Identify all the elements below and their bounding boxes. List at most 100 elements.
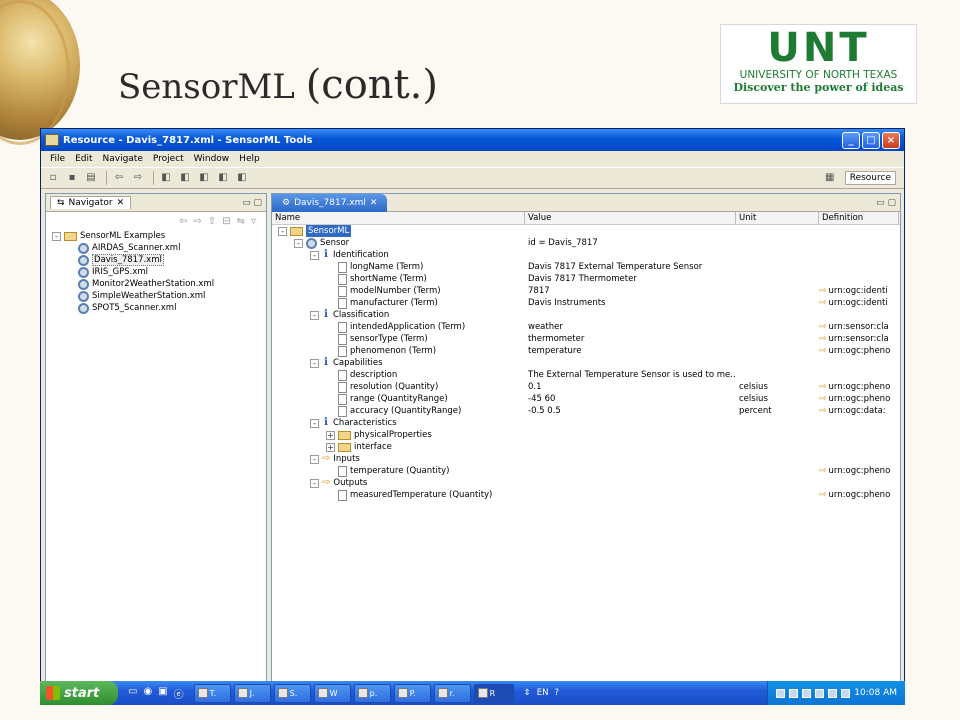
menu-window[interactable]: Window xyxy=(189,154,235,164)
nav-file-item[interactable]: SPOT5_Scanner.xml xyxy=(52,302,266,314)
maximize-button[interactable]: □ xyxy=(862,131,880,149)
tray-icon-4[interactable] xyxy=(815,688,825,698)
language-indicator[interactable]: EN xyxy=(537,688,549,698)
taskbar-task-button[interactable]: p. xyxy=(353,683,391,703)
panel-minmax-icon[interactable]: ▭ ▢ xyxy=(242,198,266,208)
close-editor-icon[interactable]: ✕ xyxy=(370,198,378,208)
nav-file-item[interactable]: IRIS_GPS.xml xyxy=(52,266,266,278)
tray-icon-3[interactable] xyxy=(802,688,812,698)
table-row[interactable]: + physicalProperties xyxy=(272,429,900,441)
taskbar-task-button[interactable]: R xyxy=(473,683,514,703)
minimize-button[interactable]: _ xyxy=(842,131,860,149)
collapse-all-icon[interactable]: ⊟ xyxy=(222,216,230,227)
tray-icon-2[interactable] xyxy=(789,688,799,698)
close-button[interactable]: × xyxy=(882,131,900,149)
table-row[interactable]: + interface xyxy=(272,441,900,453)
ie-icon[interactable]: ⓔ xyxy=(174,686,184,701)
print-icon[interactable]: ▤ xyxy=(83,171,99,185)
nav-back-icon[interactable]: ⇦ xyxy=(179,216,187,227)
column-name[interactable]: Name xyxy=(272,212,525,224)
expand-toggle-icon[interactable]: - xyxy=(310,418,319,428)
expand-toggle-icon[interactable]: - xyxy=(310,478,319,488)
new-icon[interactable]: ▫ xyxy=(45,171,61,185)
forward-icon[interactable]: ⇨ xyxy=(130,171,146,185)
table-row[interactable]: - i Classification xyxy=(272,309,900,321)
nav-file-item[interactable]: SimpleWeatherStation.xml xyxy=(52,290,266,302)
table-row[interactable]: manufacturer (Term) Davis Instruments ⇨ urn… xyxy=(272,297,900,309)
taskbar-task-button[interactable]: J. xyxy=(233,683,271,703)
table-row[interactable]: description The External Temperature Sens… xyxy=(272,369,900,381)
firefox-icon[interactable]: ◉ xyxy=(143,686,152,701)
table-row[interactable]: range (QuantityRange) -45 60 celsius ⇨ urn:o… xyxy=(272,393,900,405)
nav-file-item[interactable]: Davis_7817.xml xyxy=(52,254,266,266)
nav-forward-icon[interactable]: ⇨ xyxy=(193,216,201,227)
tab-navigator[interactable]: ⇆ Navigator ✕ xyxy=(50,196,132,209)
taskbar-task-button[interactable]: T. xyxy=(193,683,231,703)
help-icon[interactable]: ? xyxy=(555,688,560,698)
save-icon[interactable]: ▪ xyxy=(64,171,80,185)
expand-toggle-icon[interactable]: - xyxy=(294,238,303,248)
taskbar-task-button[interactable]: r. xyxy=(433,683,471,703)
table-row[interactable]: - ⇨ Outputs xyxy=(272,477,900,489)
table-row[interactable]: - i Capabilities xyxy=(272,357,900,369)
tool-icon-4[interactable]: ◧ xyxy=(215,171,231,185)
menu-navigate[interactable]: Navigate xyxy=(98,154,148,164)
table-row[interactable]: - i Characteristics xyxy=(272,417,900,429)
tab-davis-7817[interactable]: ⚙ Davis_7817.xml ✕ xyxy=(272,193,388,212)
column-definition[interactable]: Definition xyxy=(819,212,899,224)
table-row[interactable]: accuracy (QuantityRange) -0.5 0.5 percent ⇨… xyxy=(272,405,900,417)
tray-icon-6[interactable] xyxy=(841,688,851,698)
view-menu-icon[interactable]: ▿ xyxy=(251,216,256,227)
expand-toggle-icon[interactable]: - xyxy=(310,454,319,464)
expand-toggle-icon[interactable]: + xyxy=(326,430,335,440)
column-unit[interactable]: Unit xyxy=(736,212,819,224)
open-perspective-icon[interactable]: ▦ xyxy=(822,171,838,185)
back-icon[interactable]: ⇦ xyxy=(111,171,127,185)
tool-icon-1[interactable]: ◧ xyxy=(158,171,174,185)
nav-root-folder[interactable]: - SensorML Examples xyxy=(52,230,266,242)
menu-file[interactable]: File xyxy=(45,154,70,164)
close-tab-icon[interactable]: ✕ xyxy=(117,198,125,208)
tool-icon-2[interactable]: ◧ xyxy=(177,171,193,185)
media-icon[interactable]: ▣ xyxy=(158,686,167,701)
tray-icon-1[interactable] xyxy=(776,688,786,698)
menu-project[interactable]: Project xyxy=(148,154,189,164)
taskbar-task-button[interactable]: P. xyxy=(393,683,431,703)
table-row[interactable]: shortName (Term) Davis 7817 Thermometer xyxy=(272,273,900,285)
table-row[interactable]: - ⇨ Inputs xyxy=(272,453,900,465)
desktop-icon[interactable]: ▭ xyxy=(128,686,137,701)
table-row[interactable]: modelNumber (Term) 7817 ⇨ urn:ogc:identi xyxy=(272,285,900,297)
window-titlebar[interactable]: Resource - Davis_7817.xml - SensorML Too… xyxy=(41,129,904,151)
tool-icon-5[interactable]: ◧ xyxy=(234,171,250,185)
table-row[interactable]: resolution (Quantity) 0.1 celsius ⇨ urn:ogc:… xyxy=(272,381,900,393)
table-row[interactable]: measuredTemperature (Quantity) ⇨ urn:ogc:p… xyxy=(272,489,900,501)
table-row[interactable]: - SensorML xyxy=(272,225,900,237)
menu-help[interactable]: Help xyxy=(234,154,265,164)
table-row[interactable]: sensorType (Term) thermometer ⇨ urn:sensor:… xyxy=(272,333,900,345)
tray-icon-5[interactable] xyxy=(828,688,838,698)
collapse-toggle-icon[interactable]: - xyxy=(52,231,61,241)
nav-up-icon[interactable]: ⇧ xyxy=(208,216,216,227)
expand-toggle-icon[interactable]: - xyxy=(310,358,319,368)
table-row[interactable]: temperature (Quantity) ⇨ urn:ogc:pheno xyxy=(272,465,900,477)
table-row[interactable]: phenomenon (Term) temperature ⇨ urn:ogc:phe… xyxy=(272,345,900,357)
column-value[interactable]: Value xyxy=(525,212,736,224)
expand-toggle-icon[interactable]: + xyxy=(326,442,335,452)
menu-edit[interactable]: Edit xyxy=(70,154,97,164)
table-row[interactable]: longName (Term) Davis 7817 External Tempe… xyxy=(272,261,900,273)
nav-file-item[interactable]: AIRDAS_Scanner.xml xyxy=(52,242,266,254)
table-row[interactable]: - i Identification xyxy=(272,249,900,261)
table-row[interactable]: - Sensor id = Davis_7817 xyxy=(272,237,900,249)
link-icon[interactable]: ⇋ xyxy=(237,216,245,227)
perspective-resource-button[interactable]: Resource xyxy=(844,171,896,185)
start-button[interactable]: start xyxy=(40,681,118,705)
expand-toggle-icon[interactable]: - xyxy=(310,250,319,260)
expand-toggle-icon[interactable]: - xyxy=(310,310,319,320)
clock[interactable]: 10:08 AM xyxy=(854,688,897,698)
nav-file-item[interactable]: Monitor2WeatherStation.xml xyxy=(52,278,266,290)
expand-toggle-icon[interactable]: - xyxy=(278,226,287,236)
taskbar-task-button[interactable]: W xyxy=(313,683,351,703)
table-row[interactable]: intendedApplication (Term) weather ⇨ urn:se… xyxy=(272,321,900,333)
editor-minmax-icon[interactable]: ▭ ▢ xyxy=(876,198,900,208)
taskbar-task-button[interactable]: S. xyxy=(273,683,311,703)
